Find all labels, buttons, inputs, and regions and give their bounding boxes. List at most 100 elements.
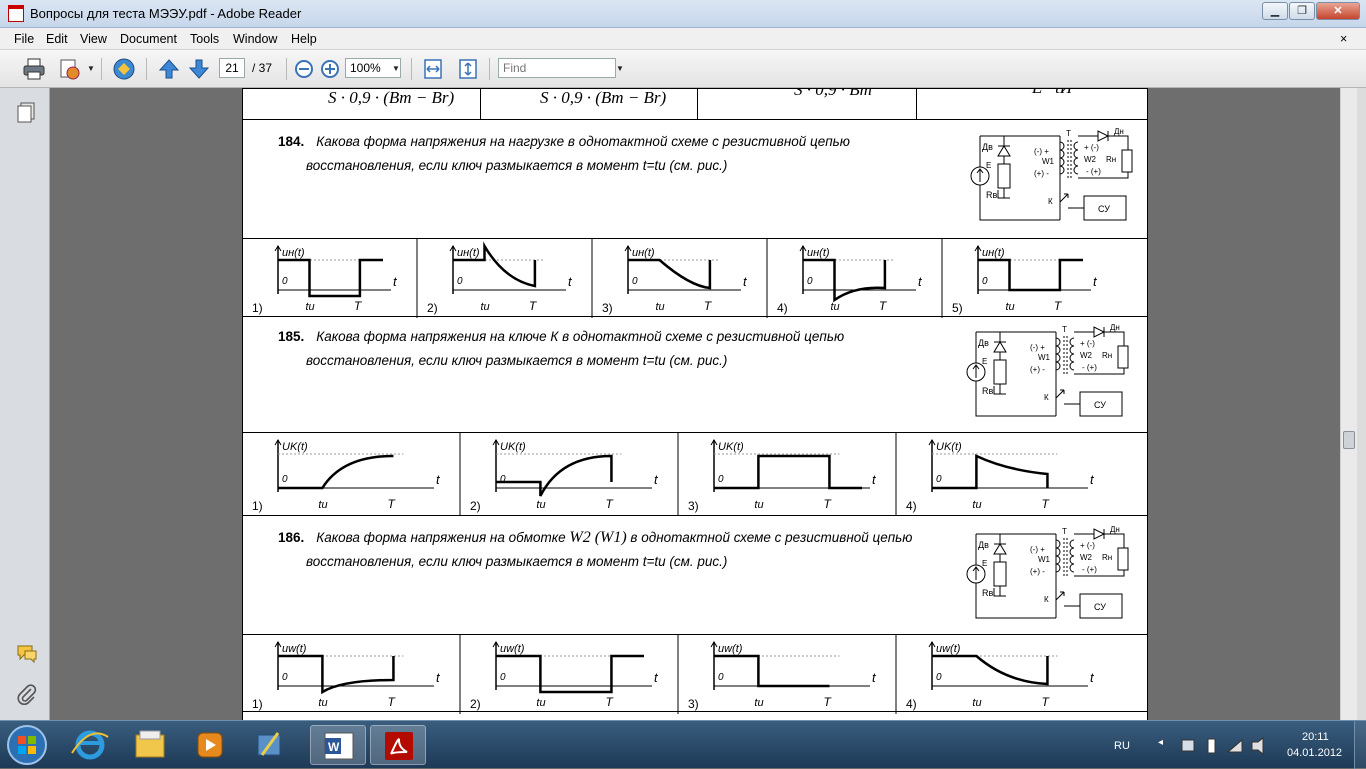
y-axis-label: UK(t) xyxy=(936,441,962,453)
origin-label: 0 xyxy=(936,474,942,485)
tray-expand-icon[interactable]: ◂ xyxy=(1158,737,1163,748)
tu-label: tu xyxy=(972,499,981,511)
option-number: 2) xyxy=(470,697,481,711)
find-input[interactable]: Find xyxy=(498,58,616,78)
w2-winding-symbol xyxy=(1069,337,1075,371)
T-label: T xyxy=(387,695,396,709)
media-player-icon xyxy=(197,732,223,758)
question-text-line2: восстановления, если ключ размыкается в … xyxy=(306,353,728,368)
y-axis-label: uн(t) xyxy=(807,247,830,259)
menu-bar: File Edit View Document Tools Window Hel… xyxy=(0,28,1366,50)
maximize-button[interactable]: ❐ xyxy=(1289,2,1315,20)
minimize-button[interactable]: ▁ xyxy=(1262,2,1288,20)
dn-label: Дн xyxy=(1110,526,1120,534)
waveform-curve xyxy=(803,258,887,303)
question-text-line1: Какова форма напряжения на нагрузке в од… xyxy=(316,134,850,149)
taskbar-word[interactable]: W xyxy=(310,725,366,765)
close-button[interactable]: ✕ xyxy=(1316,2,1360,20)
rn-resistor-symbol xyxy=(1121,149,1133,173)
folder-icon xyxy=(135,730,165,758)
page-number-input[interactable]: 21 xyxy=(219,58,245,78)
menu-document[interactable]: Document xyxy=(120,32,177,46)
dn-label: Дн xyxy=(1114,128,1124,136)
tu-label: tu xyxy=(536,697,545,709)
pages-panel-icon[interactable] xyxy=(16,102,36,124)
taskbar-media-player[interactable] xyxy=(182,725,238,765)
toolbar: ▼ 21 / 37 100% ▼ Find ▼ xyxy=(0,50,1366,88)
dn-diode-symbol xyxy=(1097,130,1110,142)
k-label: К xyxy=(1044,595,1049,604)
w2-label: W2 xyxy=(1080,553,1093,562)
zoom-dropdown-icon[interactable]: ▼ xyxy=(392,64,400,73)
previous-page-icon[interactable] xyxy=(157,57,181,81)
vertical-scrollbar[interactable] xyxy=(1340,88,1357,720)
document-close-icon[interactable]: × xyxy=(1340,32,1347,46)
document-view[interactable]: S · 0,9 · (Bm − Br) S · 0,9 · (Bm − Br) … xyxy=(50,88,1340,720)
pdf-page[interactable]: S · 0,9 · (Bm − Br) S · 0,9 · (Bm − Br) … xyxy=(242,88,1148,720)
taskbar-adobe-reader[interactable] xyxy=(370,725,426,765)
w1-label: W1 xyxy=(1042,157,1055,166)
e-label: E xyxy=(982,559,987,568)
options-row-186: uw(t) t 0 1) tu Tuw(t) t 0 2) tu Tuw(t) t 0 3) tu Tuw(t… xyxy=(252,634,1095,714)
tu-label: tu xyxy=(536,499,545,511)
taskbar-tool-app[interactable] xyxy=(242,725,298,765)
waveform-curve xyxy=(278,654,395,695)
x-axis-label: t xyxy=(654,472,659,487)
language-indicator[interactable]: RU xyxy=(1114,740,1130,752)
options-row-185: UK(t) t 0 1) tu T UK(t) t 0 2) tu T UK(t) t 0 3) tu T UK(t… xyxy=(252,432,1095,516)
circuit-diagram: Дв E Rв (-) +W1 (+) - T Дн + (-) W2 Rн - (+) К СУ xyxy=(966,324,1129,417)
menu-tools[interactable]: Tools xyxy=(190,32,219,46)
title-bar[interactable]: Вопросы для теста МЭЭУ.pdf - Adobe Reade… xyxy=(0,0,1366,28)
question-text-line1a: Какова форма напряжения на обмотке xyxy=(316,530,570,545)
print-icon[interactable] xyxy=(22,57,46,81)
page-total: / 37 xyxy=(252,61,273,75)
y-axis-label: UK(t) xyxy=(500,441,526,453)
tu-label: tu xyxy=(306,301,315,313)
clock-time[interactable]: 20:11 xyxy=(1302,731,1329,743)
share-dropdown-icon[interactable]: ▼ xyxy=(87,64,95,73)
taskbar-ie[interactable] xyxy=(62,725,118,765)
clock-date[interactable]: 04.01.2012 xyxy=(1287,747,1342,759)
x-axis-label: t xyxy=(436,472,441,487)
show-desktop-button[interactable] xyxy=(1354,721,1366,769)
transformer-label: T xyxy=(1066,129,1071,138)
zoom-in-icon[interactable] xyxy=(318,57,342,81)
start-button-icon[interactable] xyxy=(4,723,50,767)
taskbar: W RU ◂ 20:11 04.01.2012 xyxy=(0,720,1366,769)
fit-width-icon[interactable] xyxy=(421,57,445,81)
table-line xyxy=(242,711,1148,712)
menu-help[interactable]: Help xyxy=(291,32,317,46)
table-line xyxy=(242,515,1148,516)
menu-file[interactable]: File xyxy=(14,32,34,46)
option-number: 3) xyxy=(688,697,699,711)
fit-page-icon[interactable] xyxy=(456,57,480,81)
tu-label: tu xyxy=(754,499,763,511)
scrollbar-thumb[interactable] xyxy=(1343,431,1355,449)
find-dropdown-icon[interactable]: ▼ xyxy=(616,64,624,73)
y-axis-label: uн(t) xyxy=(632,247,655,259)
share-icon[interactable] xyxy=(58,57,82,81)
toolbar-separator xyxy=(101,58,102,80)
x-axis-label: t xyxy=(436,670,441,685)
zoom-out-icon[interactable] xyxy=(292,57,316,81)
rv-resistor-symbol xyxy=(997,163,1011,189)
rn-label: Rн xyxy=(1102,351,1112,360)
w1-polarity-bottom: (+) - xyxy=(1030,365,1045,374)
menu-window[interactable]: Window xyxy=(233,32,277,46)
collaborate-icon[interactable] xyxy=(112,57,136,81)
waveform-curve xyxy=(496,454,613,497)
w1-winding-symbol xyxy=(1059,141,1065,175)
menu-edit[interactable]: Edit xyxy=(46,32,68,46)
table-divider xyxy=(480,88,481,119)
word-icon: W xyxy=(324,732,354,760)
option-number: 4) xyxy=(906,499,917,513)
w1-polarity-top: (-) + xyxy=(1034,147,1049,156)
attachments-icon[interactable] xyxy=(17,684,37,706)
next-page-icon[interactable] xyxy=(187,57,211,81)
system-tray-icons[interactable] xyxy=(1180,737,1280,755)
k-label: К xyxy=(1048,197,1053,206)
menu-view[interactable]: View xyxy=(80,32,107,46)
taskbar-explorer[interactable] xyxy=(122,725,178,765)
comments-icon[interactable] xyxy=(16,644,38,664)
switch-symbol xyxy=(1055,389,1065,399)
